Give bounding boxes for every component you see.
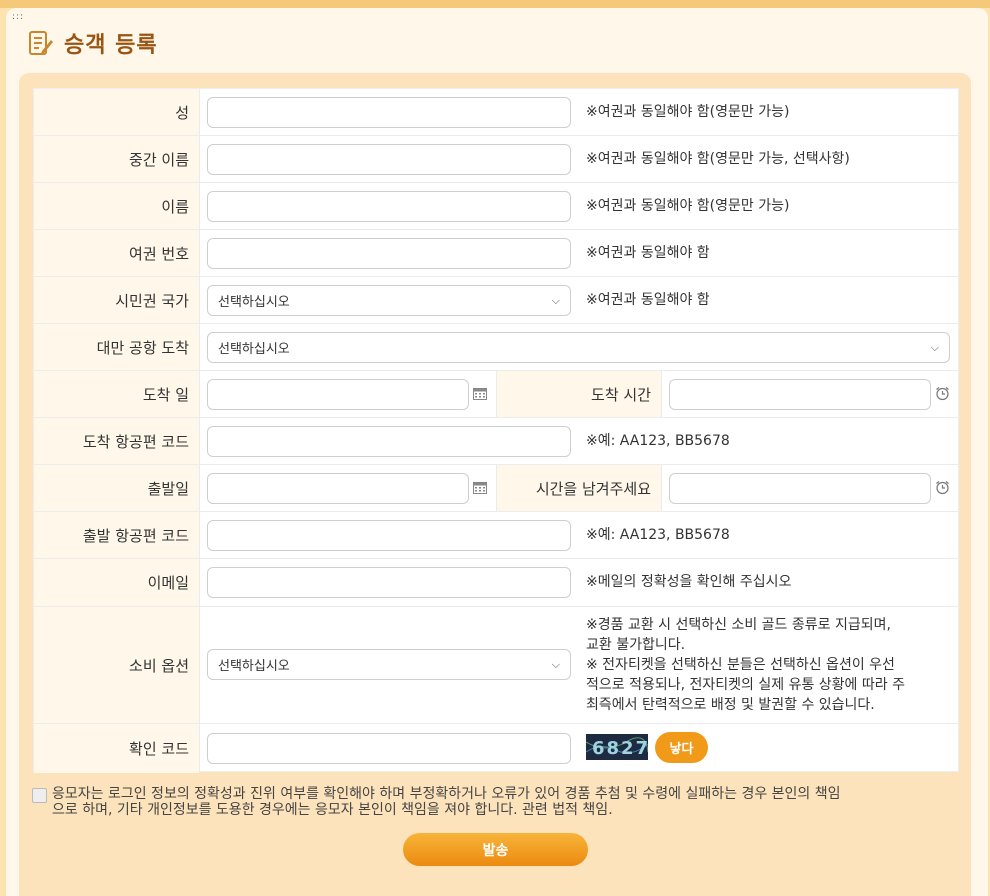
clock-icon[interactable] xyxy=(935,386,950,401)
row-passport: 여권 번호 ※여권과 동일해야 함 xyxy=(34,230,960,277)
consumption-note-line: 교환 불가합니다. xyxy=(586,637,686,653)
airport-label: 대만 공항 도착 xyxy=(34,324,200,370)
chevron-down-icon: ⌵ xyxy=(551,293,560,307)
arrival-date-label: 도착 일 xyxy=(34,371,200,417)
agreement: 응모자는 로그인 정보의 정확성과 진위 여부를 확인해야 하며 부정확하거나 … xyxy=(32,786,962,818)
agree-checkbox[interactable] xyxy=(32,788,47,803)
agreement-line: 응모자는 로그인 정보의 정확성과 진위 여부를 확인해야 하며 부정확하거나 … xyxy=(52,786,841,802)
passport-label: 여권 번호 xyxy=(34,230,200,276)
consumption-select-value: 선택하십시오 xyxy=(218,659,290,674)
row-arrival-flight: 도착 항공편 코드 ※예: AA123, BB5678 xyxy=(34,418,960,465)
calendar-icon[interactable] xyxy=(473,388,487,400)
first-name-note: ※여권과 동일해야 함(영문만 가능) xyxy=(586,198,790,214)
agreement-text: 응모자는 로그인 정보의 정확성과 진위 여부를 확인해야 하며 부정확하거나 … xyxy=(52,786,841,818)
verify-label: 확인 코드 xyxy=(34,724,200,773)
departure-flight-note: ※예: AA123, BB5678 xyxy=(586,527,730,543)
departure-time-label: 시간을 남겨주세요 xyxy=(496,465,662,511)
passport-input[interactable] xyxy=(207,238,571,269)
row-airport: 대만 공항 도착 선택하십시오 ⌵ xyxy=(34,324,960,371)
calendar-icon[interactable] xyxy=(473,482,487,494)
agreement-line: 으로 하며, 기타 개인정보를 도용한 경우에는 응모자 본인이 책임을 져야 … xyxy=(52,802,613,818)
departure-time-input[interactable] xyxy=(669,473,931,504)
departure-date-input[interactable] xyxy=(207,473,469,504)
row-last-name: 성 ※여권과 동일해야 함(영문만 가능) xyxy=(34,89,960,136)
row-departure-flight: 출발 항공편 코드 ※예: AA123, BB5678 xyxy=(34,512,960,559)
first-name-input[interactable] xyxy=(207,191,571,222)
middle-name-note: ※여권과 동일해야 함(영문만 가능, 선택사항) xyxy=(586,151,850,167)
row-departure: 출발일 시간을 남겨주세요 xyxy=(34,465,960,512)
arrival-flight-input[interactable] xyxy=(207,426,571,457)
arrival-flight-note: ※예: AA123, BB5678 xyxy=(586,433,730,449)
submit-button[interactable]: 발송 xyxy=(403,833,588,866)
departure-date-label: 출발일 xyxy=(34,465,200,511)
citizenship-note: ※여권과 동일해야 함 xyxy=(586,292,710,308)
arrival-flight-label: 도착 항공편 코드 xyxy=(34,418,200,464)
row-arrival: 도착 일 도착 시간 xyxy=(34,371,960,418)
consumption-note-line: 적으로 적용되나, 전자티켓의 실제 유통 상황에 따라 주 xyxy=(586,677,905,693)
arrival-date-input[interactable] xyxy=(207,379,469,410)
chevron-down-icon: ⌵ xyxy=(930,340,939,354)
refresh-captcha-button[interactable]: 낳다 xyxy=(655,732,708,763)
row-citizenship: 시민권 국가 선택하십시오 ⌵ ※여권과 동일해야 함 xyxy=(34,277,960,324)
clock-icon[interactable] xyxy=(935,480,950,495)
row-email: 이메일 ※메일의 정확성을 확인해 주십시오 xyxy=(34,559,960,607)
consumption-label: 소비 옵션 xyxy=(34,607,200,723)
form-icon xyxy=(29,31,53,55)
citizenship-select-value: 선택하십시오 xyxy=(218,295,290,310)
row-first-name: 이름 ※여권과 동일해야 함(영문만 가능) xyxy=(34,183,960,230)
email-note: ※메일의 정확성을 확인해 주십시오 xyxy=(586,574,792,590)
passport-note: ※여권과 동일해야 함 xyxy=(586,245,710,261)
first-name-label: 이름 xyxy=(34,183,200,229)
airport-select[interactable]: 선택하십시오 ⌵ xyxy=(207,332,950,363)
citizenship-label: 시민권 국가 xyxy=(34,277,200,323)
row-verify: 확인 코드 6827 낳다 xyxy=(34,724,960,773)
middle-name-label: 중간 이름 xyxy=(34,136,200,182)
email-label: 이메일 xyxy=(34,559,200,606)
verify-code-input[interactable] xyxy=(207,733,571,764)
departure-flight-input[interactable] xyxy=(207,520,571,551)
captcha-noise: 6827 xyxy=(586,737,648,759)
consumption-note-line: 최즉에서 탄력적으로 배정 및 발권할 수 있습니다. xyxy=(586,697,875,713)
drag-handle[interactable]: ::: xyxy=(12,12,24,22)
last-name-label: 성 xyxy=(34,89,200,135)
title-bar: 승객 등록 xyxy=(28,28,158,58)
page-title: 승객 등록 xyxy=(64,33,158,58)
last-name-input[interactable] xyxy=(207,97,571,128)
row-consumption: 소비 옵션 선택하십시오 ⌵ ※경품 교환 시 선택하신 소비 골드 종류로 지… xyxy=(34,607,960,724)
email-input[interactable] xyxy=(207,567,571,598)
citizenship-select[interactable]: 선택하십시오 ⌵ xyxy=(207,285,571,316)
airport-select-value: 선택하십시오 xyxy=(218,342,290,357)
consumption-note-line: ※경품 교환 시 선택하신 소비 골드 종류로 지급되며, xyxy=(586,617,891,633)
arrival-time-label: 도착 시간 xyxy=(496,371,662,417)
top-strip xyxy=(0,0,990,8)
registration-form: 성 ※여권과 동일해야 함(영문만 가능) 중간 이름 ※여권과 동일해야 함(… xyxy=(33,88,960,773)
chevron-down-icon: ⌵ xyxy=(551,657,560,671)
arrival-time-input[interactable] xyxy=(669,379,931,410)
captcha-image: 6827 xyxy=(586,734,648,760)
consumption-select[interactable]: 선택하십시오 ⌵ xyxy=(207,649,571,680)
captcha-text: 6827 xyxy=(592,738,648,759)
middle-name-input[interactable] xyxy=(207,144,571,175)
last-name-note: ※여권과 동일해야 함(영문만 가능) xyxy=(586,104,790,120)
departure-flight-label: 출발 항공편 코드 xyxy=(34,512,200,558)
row-middle-name: 중간 이름 ※여권과 동일해야 함(영문만 가능, 선택사항) xyxy=(34,136,960,183)
consumption-note-line: ※ 전자티켓을 선택하신 분들은 선택하신 옵션이 우선 xyxy=(586,657,895,673)
consumption-note: ※경품 교환 시 선택하신 소비 골드 종류로 지급되며, 교환 불가합니다. … xyxy=(586,615,946,715)
